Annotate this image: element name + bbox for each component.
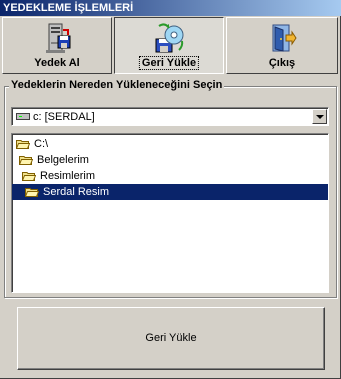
window-title: YEDEKLEME İŞLEMLERİ bbox=[0, 0, 341, 16]
computer-floppy-icon bbox=[46, 23, 71, 53]
exit-button[interactable]: Çıkış bbox=[226, 17, 338, 74]
restore-action-button[interactable]: Geri Yükle bbox=[17, 307, 325, 370]
restore-cd-icon bbox=[155, 23, 184, 53]
restore-button-label: Geri Yükle bbox=[138, 56, 200, 70]
open-folder-icon bbox=[22, 172, 36, 181]
backup-button[interactable]: Yedek Al bbox=[2, 17, 112, 74]
drive-select[interactable]: c: [SERDAL] bbox=[11, 107, 329, 126]
folder-tree[interactable]: C:\ Belgelerim Resimlerim Serdal Resim bbox=[11, 133, 329, 293]
exit-door-icon bbox=[272, 24, 297, 52]
tree-node-label: Serdal Resim bbox=[43, 186, 110, 198]
backup-window: YEDEKLEME İŞLEMLERİ Yedek Al Geri Yükle … bbox=[0, 0, 341, 379]
tree-node-label: C:\ bbox=[34, 138, 49, 150]
chevron-down-icon[interactable] bbox=[312, 109, 327, 124]
drive-select-value: c: [SERDAL] bbox=[33, 111, 95, 123]
open-folder-icon bbox=[19, 156, 33, 165]
backup-button-label: Yedek Al bbox=[34, 57, 80, 69]
tree-node-label: Resimlerim bbox=[40, 170, 95, 182]
open-folder-icon bbox=[16, 140, 30, 149]
open-folder-icon bbox=[25, 188, 39, 197]
restore-button[interactable]: Geri Yükle bbox=[114, 17, 224, 74]
exit-button-label: Çıkış bbox=[268, 57, 296, 69]
source-group-legend: Yedeklerin Nereden Yükleneceğini Seçin bbox=[9, 79, 225, 91]
drive-icon bbox=[16, 113, 30, 120]
toolbar: Yedek Al Geri Yükle Çıkış bbox=[2, 17, 340, 74]
tree-node-label: Belgelerim bbox=[37, 154, 89, 166]
